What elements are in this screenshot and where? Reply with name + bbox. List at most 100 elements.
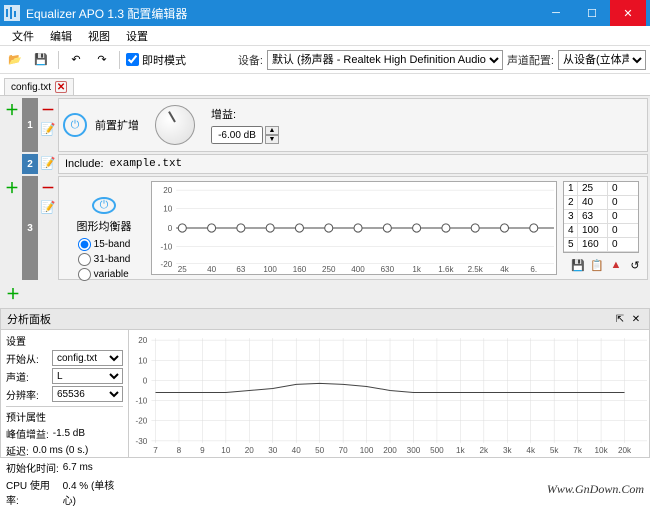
svg-text:25: 25	[178, 265, 187, 274]
table-row[interactable]: 1250	[564, 182, 638, 196]
analysis-settings-label: 设置	[6, 333, 123, 348]
svg-text:300: 300	[407, 446, 421, 455]
delete-icon[interactable]: －	[41, 100, 55, 120]
add-icon[interactable]: ＋	[5, 178, 19, 198]
svg-text:50: 50	[315, 446, 325, 455]
add-icon[interactable]: ＋	[5, 100, 19, 120]
eq-save-icon[interactable]: 💾	[570, 257, 586, 273]
table-row[interactable]: 41000	[564, 224, 638, 238]
eq-table[interactable]: 1250240036304100051600	[563, 181, 639, 253]
menu-file[interactable]: 文件	[4, 26, 42, 46]
svg-text:1k: 1k	[412, 265, 421, 274]
eq-export-icon[interactable]: ▲	[608, 257, 624, 273]
eq-reset-icon[interactable]: ↺	[627, 257, 643, 273]
radio-15band[interactable]: 15-band	[78, 238, 131, 251]
minimize-button[interactable]: ─	[538, 0, 574, 26]
svg-text:30: 30	[268, 446, 278, 455]
svg-text:-10: -10	[161, 242, 173, 251]
edit-icon[interactable]: 📝	[41, 156, 56, 170]
instant-mode-checkbox[interactable]: 即时模式	[126, 52, 186, 68]
svg-text:20: 20	[163, 186, 172, 195]
open-button[interactable]: 📂	[4, 49, 26, 71]
save-button[interactable]: 💾	[30, 49, 52, 71]
row-preamp: ＋ 1 － 📝 ⏻ 前置扩增 增益: ▲▼	[2, 98, 648, 152]
gain-label: 增益:	[211, 106, 279, 122]
svg-text:3k: 3k	[503, 446, 513, 455]
svg-text:1k: 1k	[456, 446, 466, 455]
svg-text:0: 0	[143, 376, 148, 385]
channel-config-label: 声道配置:	[507, 52, 554, 68]
edit-icon[interactable]: 📝	[41, 122, 56, 136]
preamp-title: 前置扩增	[95, 117, 139, 133]
undock-icon[interactable]: ⇱	[613, 312, 627, 326]
svg-text:400: 400	[351, 265, 365, 274]
menu-view[interactable]: 视图	[80, 26, 118, 46]
power-toggle[interactable]: ⏻	[63, 113, 87, 137]
close-panel-icon[interactable]: ✕	[629, 312, 643, 326]
maximize-button[interactable]: ☐	[574, 0, 610, 26]
svg-text:100: 100	[360, 446, 374, 455]
svg-text:5k: 5k	[550, 446, 560, 455]
row-handle-3[interactable]: 3	[22, 176, 38, 280]
tabbar: config.txt ✕	[0, 74, 650, 96]
eq-graph[interactable]: 2540631001602504006301k1.6k2.5k4k6. 2010…	[151, 181, 557, 275]
svg-text:20: 20	[138, 336, 148, 345]
resolution-select[interactable]: 65536	[52, 386, 123, 402]
est-title: 预计属性	[6, 406, 123, 424]
watermark: Www.GnDown.Com	[547, 482, 644, 497]
svg-text:40: 40	[292, 446, 302, 455]
table-row[interactable]: 51600	[564, 238, 638, 252]
gain-knob[interactable]	[147, 97, 203, 153]
svg-text:-20: -20	[136, 417, 148, 426]
close-tab-icon[interactable]: ✕	[55, 81, 67, 93]
close-button[interactable]: ✕	[610, 0, 646, 26]
menu-settings[interactable]: 设置	[118, 26, 156, 46]
device-select[interactable]: 默认 (扬声器 - Realtek High Definition Audio)	[267, 50, 503, 70]
svg-text:20: 20	[245, 446, 255, 455]
eq-title: 图形均衡器	[77, 218, 132, 234]
menu-edit[interactable]: 编辑	[42, 26, 80, 46]
redo-button[interactable]: ↷	[91, 49, 113, 71]
window-title: Equalizer APO 1.3 配置编辑器	[26, 5, 538, 22]
undo-button[interactable]: ↶	[65, 49, 87, 71]
edit-icon[interactable]: 📝	[41, 200, 56, 214]
svg-text:6.: 6.	[530, 265, 537, 274]
svg-text:630: 630	[381, 265, 395, 274]
svg-text:10k: 10k	[595, 446, 609, 455]
row-handle-2[interactable]: 2	[22, 154, 38, 174]
device-label: 设备:	[238, 52, 263, 68]
svg-text:10: 10	[221, 446, 231, 455]
row-handle-1[interactable]: 1	[22, 98, 38, 152]
tab-config[interactable]: config.txt ✕	[4, 78, 74, 95]
svg-text:70: 70	[339, 446, 349, 455]
add-row-button[interactable]: ＋	[6, 286, 20, 302]
app-icon	[4, 5, 20, 21]
eq-power-toggle[interactable]: ⏻	[92, 197, 116, 214]
table-row[interactable]: 3630	[564, 210, 638, 224]
include-file: example.txt	[110, 158, 183, 170]
svg-text:7k: 7k	[573, 446, 583, 455]
titlebar: Equalizer APO 1.3 配置编辑器 ─ ☐ ✕	[0, 0, 650, 26]
row-include: 2 📝 Include: example.txt	[2, 154, 648, 174]
svg-text:10: 10	[163, 205, 172, 214]
svg-text:4k: 4k	[526, 446, 536, 455]
svg-text:8: 8	[177, 446, 182, 455]
delete-icon[interactable]: －	[41, 178, 55, 198]
analysis-graph[interactable]: 20100-10-20-30 7891020304050701002003005…	[129, 330, 649, 457]
start-select[interactable]: config.txt	[52, 350, 123, 366]
svg-text:4k: 4k	[500, 265, 509, 274]
radio-variable[interactable]: variable	[78, 268, 131, 281]
svg-text:63: 63	[236, 265, 245, 274]
table-row[interactable]: 2400	[564, 196, 638, 210]
channel-select[interactable]: L	[52, 368, 123, 384]
gain-spinner[interactable]: ▲▼	[265, 126, 279, 144]
analysis-header[interactable]: 分析面板 ⇱ ✕	[0, 308, 650, 330]
svg-text:160: 160	[293, 265, 307, 274]
gain-input[interactable]	[211, 126, 263, 144]
channel-config-select[interactable]: 从设备(立体声)	[558, 50, 646, 70]
toolbar: 📂 💾 ↶ ↷ 即时模式 设备: 默认 (扬声器 - Realtek High …	[0, 46, 650, 74]
radio-31band[interactable]: 31-band	[78, 253, 131, 266]
svg-text:20k: 20k	[618, 446, 632, 455]
eq-copy-icon[interactable]: 📋	[589, 257, 605, 273]
svg-text:1.6k: 1.6k	[438, 265, 454, 274]
